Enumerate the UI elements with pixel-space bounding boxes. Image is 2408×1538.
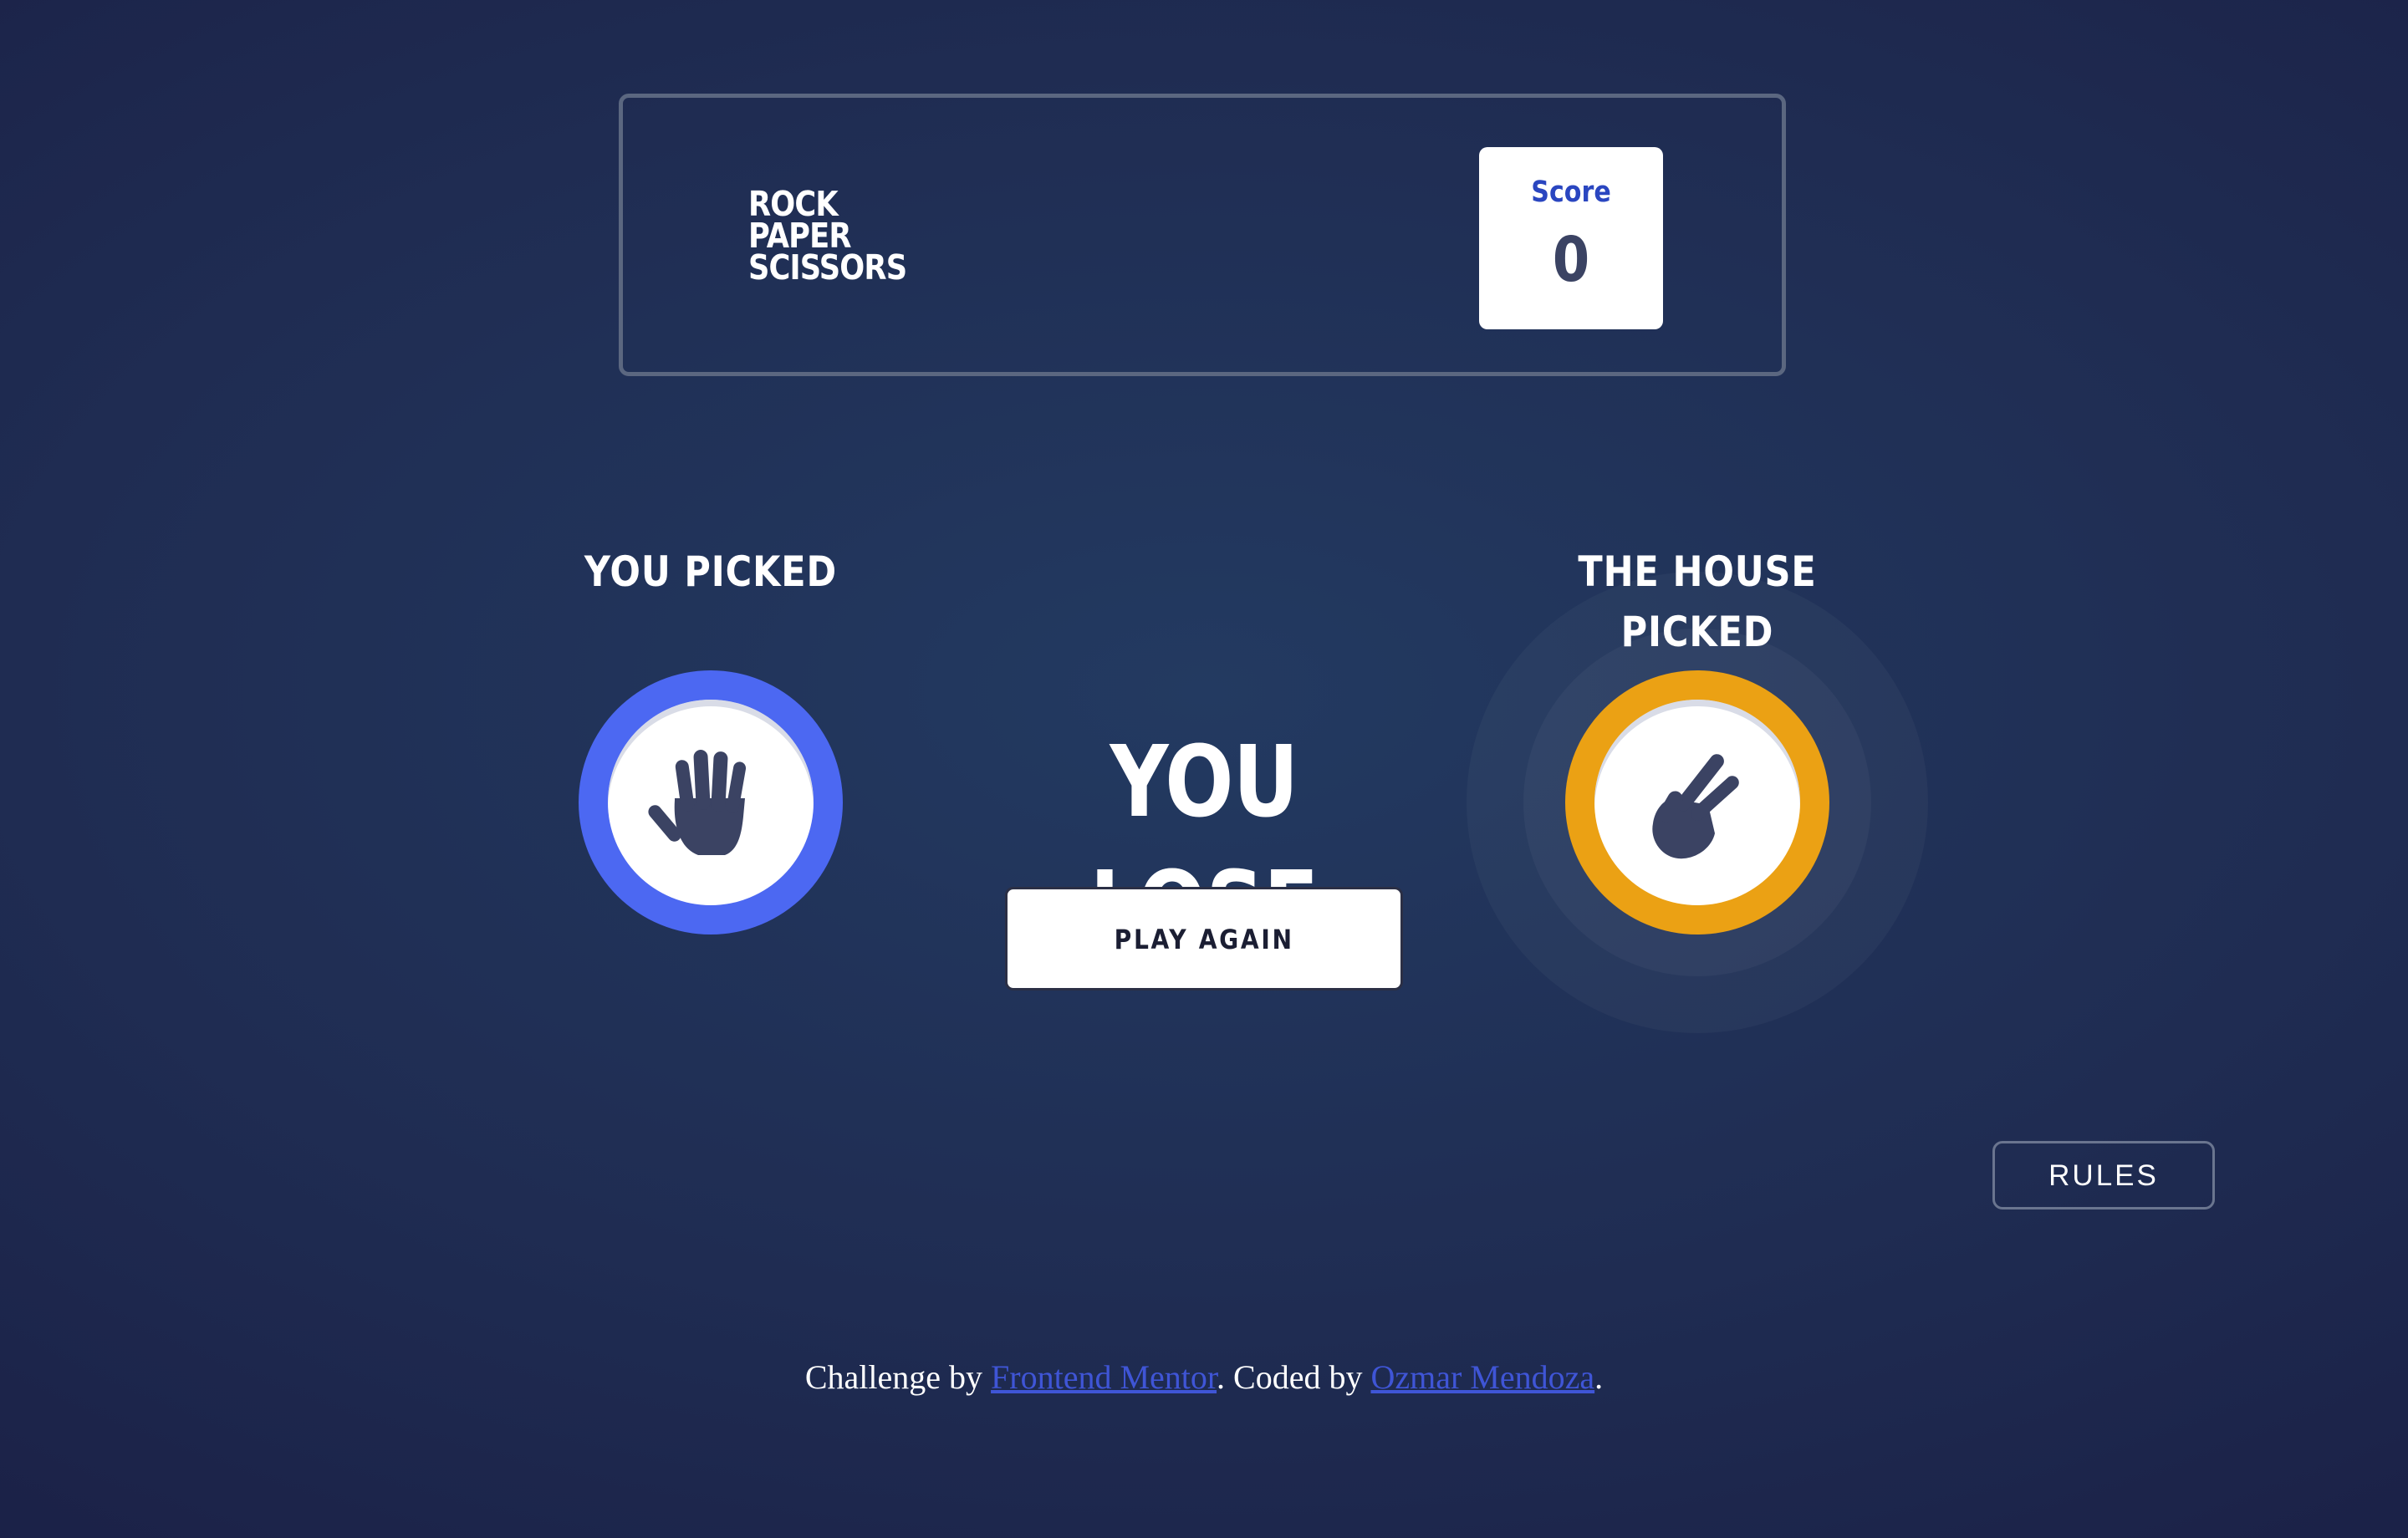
rules-button[interactable]: RULES	[1992, 1141, 2215, 1210]
score-label: Score	[1531, 176, 1611, 209]
play-again-button[interactable]: PLAY AGAIN	[1005, 887, 1403, 991]
footer-suffix: .	[1594, 1358, 1604, 1396]
hand-scissors-icon	[1652, 754, 1739, 859]
scoreboard-header: ROCK PAPER SCISSORS Score 0	[619, 94, 1786, 376]
score-value: 0	[1552, 224, 1590, 296]
house-pick-scissors-token	[1565, 670, 1829, 935]
footer-middle: . Coded by	[1217, 1358, 1371, 1396]
game-logo: ROCK PAPER SCISSORS	[748, 187, 907, 288]
footer-prefix: Challenge by	[804, 1358, 992, 1396]
logo-line-scissors: SCISSORS	[748, 247, 907, 288]
hand-open-icon	[648, 750, 747, 855]
player-pick-paper-token	[579, 670, 843, 935]
player-pick-inner	[608, 700, 814, 905]
score-box: Score 0	[1479, 147, 1663, 329]
you-picked-label: YOU PICKED	[584, 547, 838, 596]
house-pick-inner	[1594, 700, 1800, 905]
attribution-footer: Challenge by Frontend Mentor. Coded by O…	[0, 1357, 2408, 1397]
author-link[interactable]: Ozmar Mendoza	[1370, 1358, 1594, 1396]
frontend-mentor-link[interactable]: Frontend Mentor	[991, 1358, 1217, 1396]
play-again-label: PLAY AGAIN	[1114, 924, 1294, 955]
